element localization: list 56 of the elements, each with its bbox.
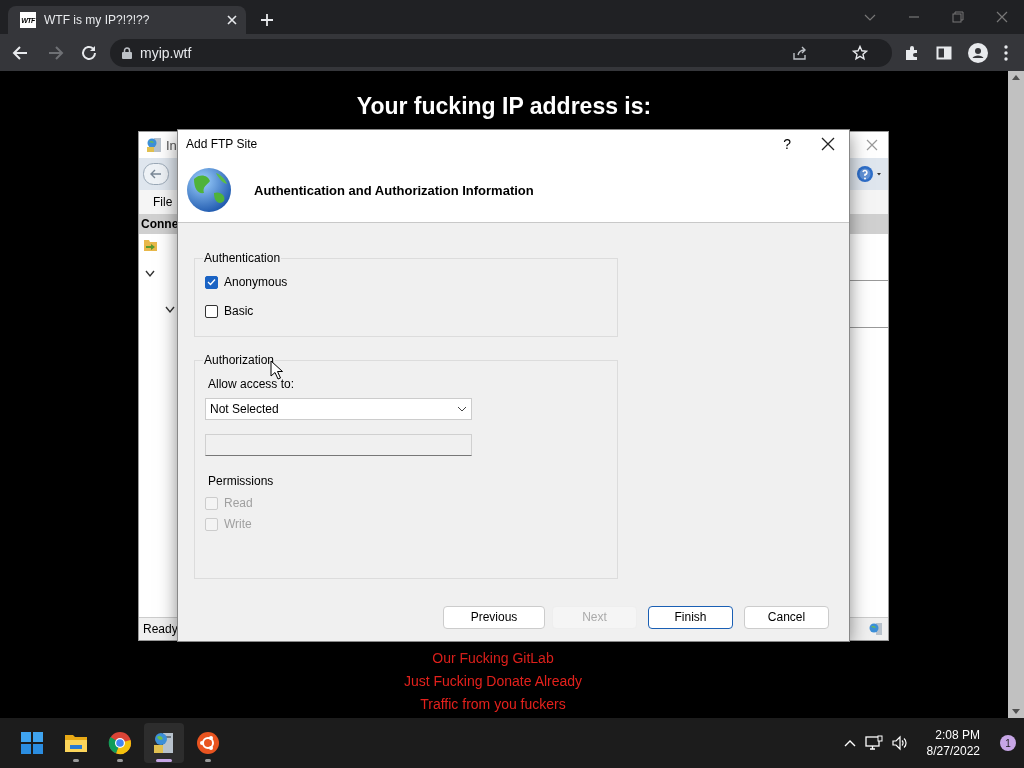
window-title: In	[166, 137, 177, 153]
field-label: Permissions	[208, 474, 275, 488]
dialog-button[interactable]: Cancel	[744, 605, 829, 629]
checkbox-label: Anonymous	[224, 275, 288, 289]
checkbox-label: Basic	[224, 304, 254, 318]
checkbox[interactable]	[205, 275, 218, 289]
taskbar-button[interactable]	[144, 723, 184, 763]
back-icon[interactable]	[12, 43, 30, 62]
reload-icon[interactable]	[80, 43, 98, 62]
network-icon[interactable]	[864, 735, 883, 751]
clock-date[interactable]: 8/27/2022	[926, 743, 980, 759]
group-label: Authentication	[203, 251, 282, 265]
field-label: Allow access to:	[208, 377, 296, 391]
profile-icon[interactable]	[968, 42, 988, 63]
chevron-down-icon	[457, 406, 467, 412]
restore-icon[interactable]	[951, 10, 965, 24]
checkbox-label: Read	[224, 496, 253, 510]
scrollbar[interactable]	[1008, 71, 1024, 718]
checkbox[interactable]	[205, 304, 218, 318]
server-icon	[868, 621, 884, 637]
plus-icon[interactable]	[260, 13, 274, 27]
speaker-icon[interactable]	[890, 735, 909, 751]
close-icon[interactable]	[821, 137, 835, 151]
lock-icon	[122, 46, 132, 59]
chevron-down-icon[interactable]	[165, 306, 175, 314]
footer-link[interactable]: Traffic from you fuckers	[420, 693, 566, 716]
server-icon[interactable]	[152, 731, 176, 755]
side-panel-icon[interactable]	[936, 44, 952, 61]
tab-title: WTF is my IP?!?!??	[44, 13, 151, 27]
chevron-down-icon[interactable]	[145, 270, 155, 278]
server-icon	[146, 137, 162, 153]
puzzle-icon[interactable]	[904, 44, 920, 61]
group-label: Authorization	[203, 353, 276, 367]
checkbox-label: Write	[224, 517, 252, 531]
notification-badge[interactable]: 1	[1000, 735, 1016, 751]
dialog-heading: Authentication and Authorization Information	[254, 182, 534, 198]
page-heading: Your fucking IP address is:	[356, 92, 652, 121]
help-button[interactable]: ?	[783, 136, 791, 152]
dialog-button[interactable]: Finish	[648, 605, 733, 629]
start-icon[interactable]	[20, 731, 44, 755]
pane-header: Conne	[139, 214, 179, 234]
check-icon	[207, 278, 216, 286]
footer-link[interactable]: Our Fucking GitLab	[432, 647, 554, 670]
address-bar[interactable]: myip.wtf	[110, 38, 892, 67]
globe-icon	[186, 167, 232, 213]
clock-time[interactable]: 2:08 PM	[935, 727, 980, 743]
dropdown[interactable]: Not Selected	[205, 398, 472, 420]
dialog-button[interactable]: Previous	[443, 605, 545, 629]
footer-link[interactable]: Just Fucking Donate Already	[403, 670, 583, 693]
menu-item[interactable]: File	[153, 195, 173, 209]
menu-icon[interactable]	[1004, 44, 1008, 61]
dialog-title: Add FTP Site	[186, 137, 259, 151]
help-icon[interactable]	[856, 165, 882, 183]
browser-icon[interactable]	[108, 731, 132, 755]
status-text: Ready	[143, 622, 178, 636]
circle-logo-icon[interactable]	[196, 731, 220, 755]
